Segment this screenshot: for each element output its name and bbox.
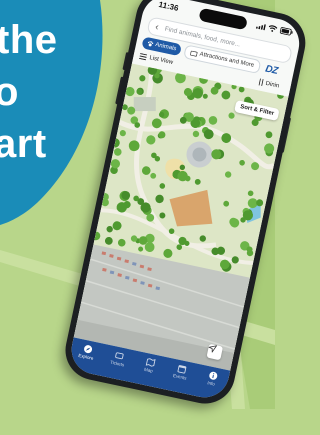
paw-icon <box>147 41 154 47</box>
status-time: 11:36 <box>157 0 180 13</box>
nav-item-explore[interactable]: Explore <box>72 342 103 362</box>
ticket-icon <box>190 50 198 57</box>
promo-headline-line-1: the <box>0 18 58 62</box>
ticket-icon <box>114 352 124 360</box>
nav-item-events[interactable]: Events <box>166 362 197 382</box>
info-icon <box>208 371 217 380</box>
brand-logo: DZ <box>264 62 279 77</box>
nav-label-map: Map <box>143 366 154 374</box>
nav-item-map[interactable]: Map <box>134 355 165 375</box>
dining-label: Dinin <box>265 80 280 90</box>
wifi-icon <box>268 25 278 32</box>
list-icon <box>139 53 148 61</box>
calendar-icon <box>177 365 186 374</box>
fork-knife-icon <box>258 78 264 87</box>
dynamic-island <box>198 7 248 31</box>
promo-headline-line-3: art <box>0 122 47 166</box>
chip-animals-label: Animals <box>154 42 177 53</box>
map-icon <box>145 358 156 367</box>
nav-label-info: Info <box>206 380 216 387</box>
promo-headline-line-2: o <box>0 70 19 114</box>
compass-icon <box>83 345 92 354</box>
dining-filter[interactable]: Dinin <box>258 78 280 89</box>
signal-icon <box>255 24 266 31</box>
nav-item-info[interactable]: Info <box>197 368 228 388</box>
nav-item-tickets[interactable]: Tickets <box>103 348 134 368</box>
nav-label-explore: Explore <box>77 352 94 361</box>
locate-button[interactable] <box>206 343 224 361</box>
list-view-label: List View <box>148 55 174 66</box>
location-arrow-icon <box>207 345 218 354</box>
battery-icon <box>279 27 293 36</box>
